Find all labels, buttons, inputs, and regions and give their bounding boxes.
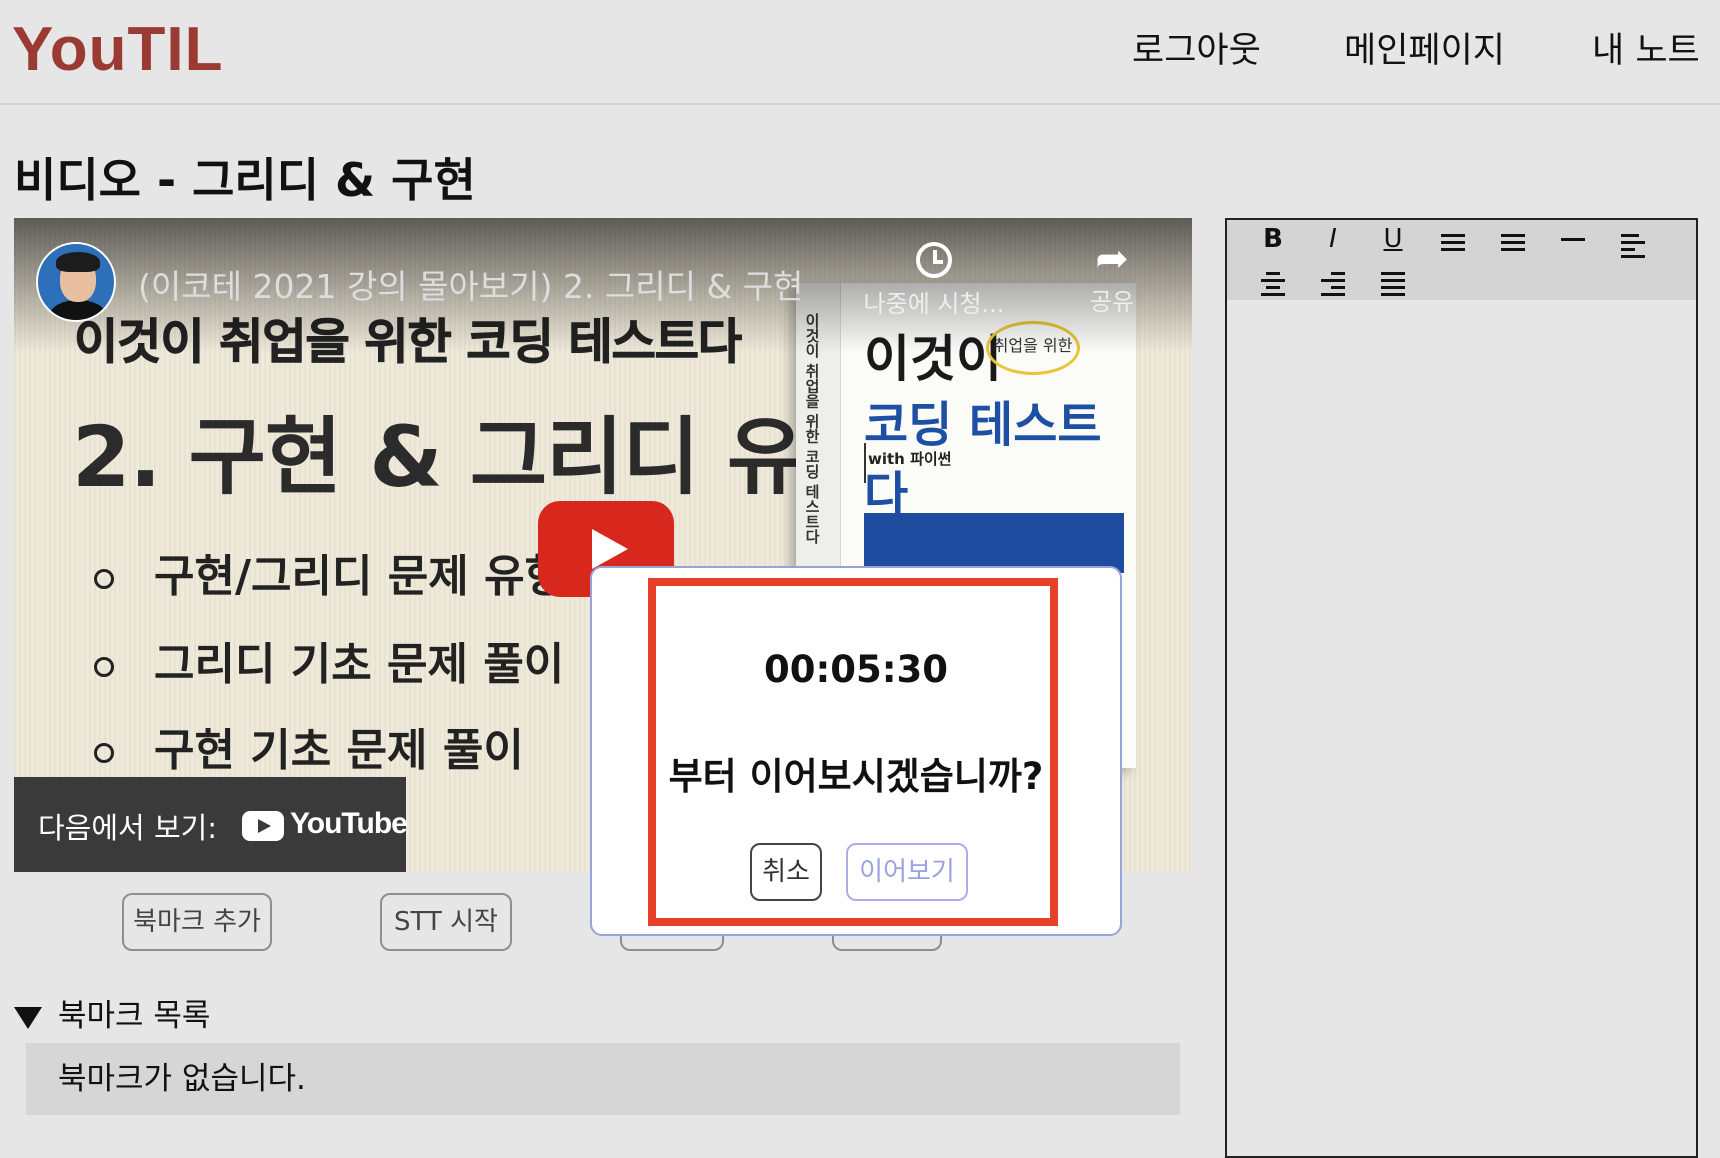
align-justify-icon <box>1381 272 1405 300</box>
bullet-list-icon <box>1441 234 1465 255</box>
book-divider <box>864 443 866 483</box>
nav-logout[interactable]: 로그아웃 <box>1132 22 1261 73</box>
align-right-icon <box>1321 272 1345 300</box>
watch-on-youtube-button[interactable]: 다음에서 보기: YouTube <box>14 777 408 872</box>
share-button[interactable]: ➦ 공유 <box>1072 236 1152 317</box>
align-left-button[interactable] <box>1613 226 1653 262</box>
cancel-button[interactable]: 취소 <box>750 843 822 901</box>
align-center-icon <box>1261 272 1285 300</box>
youtube-play-icon <box>242 811 284 841</box>
slide-bullet: 구현/그리디 문제 유형 <box>94 540 565 604</box>
bullet-dot-icon <box>94 743 114 763</box>
video-title[interactable]: (이코테 2021 강의 몰아보기) 2. 그리디 & 구현 <box>138 260 803 308</box>
horizontal-rule-button[interactable] <box>1553 226 1593 262</box>
book-blue-band <box>864 513 1124 573</box>
italic-button[interactable]: I <box>1313 224 1353 260</box>
resume-time: 00:05:30 <box>763 648 949 691</box>
align-center-button[interactable] <box>1253 264 1293 300</box>
stt-start-button[interactable]: STT 시작 <box>380 893 512 951</box>
app-logo[interactable]: YouTIL <box>12 14 223 85</box>
share-icon: ➦ <box>1095 236 1129 282</box>
nav-my-notes[interactable]: 내 노트 <box>1592 22 1700 73</box>
avatar-hair <box>56 252 100 272</box>
book-with-python: with 파이썬 <box>868 450 952 468</box>
bullet-dot-icon <box>94 569 114 589</box>
horizontal-rule-icon <box>1561 238 1585 245</box>
bold-button[interactable]: B <box>1253 224 1293 260</box>
avatar-body <box>50 300 106 320</box>
bullet-dot-icon <box>94 657 114 677</box>
clock-icon <box>916 242 952 278</box>
app-header: YouTIL 로그아웃 메인페이지 내 노트 <box>0 0 1720 105</box>
align-justify-button[interactable] <box>1373 264 1413 300</box>
ordered-list-button[interactable] <box>1493 226 1533 262</box>
triangle-down-icon <box>14 1006 42 1029</box>
add-bookmark-button[interactable]: 북마크 추가 <box>122 893 272 951</box>
bullet-list-button[interactable] <box>1433 226 1473 262</box>
ordered-list-icon <box>1501 234 1525 255</box>
resume-modal: 00:05:30 부터 이어보시겠습니까? 취소 이어보기 <box>590 566 1122 936</box>
youtube-wordmark: YouTube <box>290 807 408 840</box>
bookmark-empty-message: 북마크가 없습니다. <box>26 1043 1180 1115</box>
slide-heading: 2. 구현 & 그리디 유형 <box>72 408 881 506</box>
resume-button[interactable]: 이어보기 <box>846 843 968 901</box>
bookmark-list-toggle[interactable]: 북마크 목록 <box>14 990 210 1035</box>
align-left-icon <box>1621 234 1645 262</box>
resume-message: 부터 이어보시겠습니까? <box>668 755 1044 798</box>
slide-bullet: 그리디 기초 문제 풀이 <box>94 628 564 692</box>
nav-main-page[interactable]: 메인페이지 <box>1344 22 1505 73</box>
note-editor[interactable]: B I U <box>1225 218 1698 1158</box>
editor-toolbar: B I U <box>1227 220 1696 300</box>
align-right-button[interactable] <box>1313 264 1353 300</box>
page-title: 비디오 - 그리디 & 구현 <box>14 153 476 207</box>
underline-button[interactable]: U <box>1373 224 1413 260</box>
watch-later-button[interactable]: 나중에 시청... <box>854 242 1014 319</box>
channel-avatar[interactable] <box>36 242 116 322</box>
slide-bullet: 구현 기초 문제 풀이 <box>94 714 524 778</box>
